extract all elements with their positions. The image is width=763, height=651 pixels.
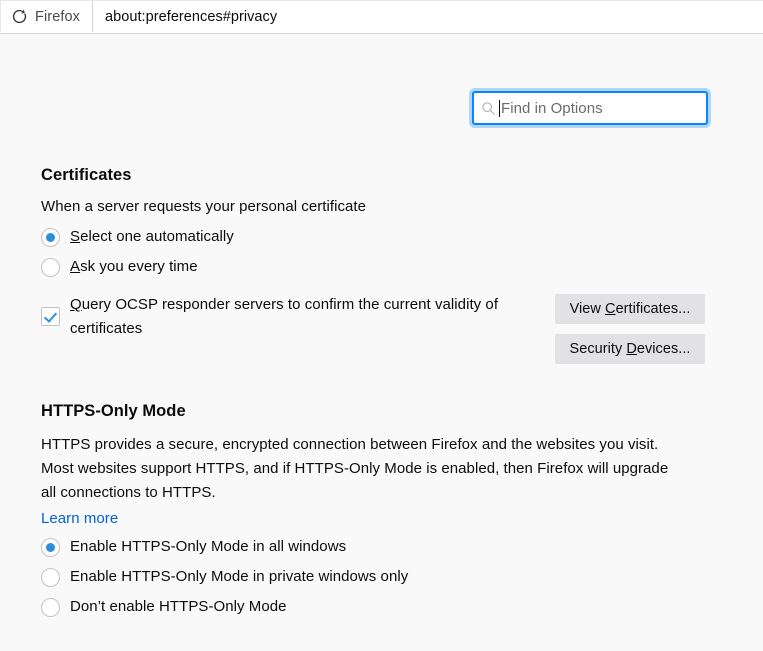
radio-label-https-all-windows: Enable HTTPS-Only Mode in all windows [70, 537, 347, 555]
https-only-heading: HTTPS-Only Mode [41, 401, 186, 420]
browser-tab-preferences[interactable]: Firefox [0, 0, 94, 32]
radio-https-disabled[interactable] [41, 597, 60, 617]
checkbox-label-text-query-ocsp: uery OCSP responder servers to confirm t… [70, 296, 499, 338]
radio-row-ask-you-every-time[interactable]: Ask you every time [41, 257, 731, 278]
text-caret [499, 99, 500, 117]
tab-title: Firefox [35, 8, 81, 25]
radio-label-ask-you-every-time: Ask you every time [70, 258, 198, 276]
learn-more-link[interactable]: Learn more [41, 510, 118, 527]
preferences-content: Certificates When a server requests your… [41, 166, 731, 627]
radio-ask-you-every-time[interactable] [41, 258, 60, 278]
radio-row-select-one-automatically[interactable]: Select one automatically [41, 227, 731, 248]
radio-https-private-windows[interactable] [41, 567, 60, 587]
certificates-heading: Certificates [41, 166, 132, 184]
search-placeholder: Find in Options [501, 99, 603, 117]
checkbox-query-ocsp[interactable] [41, 307, 60, 327]
radio-https-all-windows[interactable] [41, 537, 60, 557]
search-input[interactable]: Find in Options [472, 91, 708, 125]
search-icon [482, 101, 495, 115]
https-only-description: HTTPS provides a secure, encrypted conne… [41, 435, 669, 502]
checkbox-label-query-ocsp: Query OCSP responder servers to confirm … [70, 296, 499, 338]
radio-row-https-private-windows[interactable]: Enable HTTPS-Only Mode in private window… [41, 567, 731, 587]
address-bar[interactable]: about:preferences#privacy [93, 0, 763, 33]
radio-label-select-one-automatically: Select one automatically [70, 228, 234, 246]
firefox-logo-icon [12, 9, 27, 24]
radio-row-https-disabled[interactable]: Don’t enable HTTPS-Only Mode [41, 597, 731, 617]
radio-label-text-ask-you-every-time: sk you every time [80, 258, 198, 276]
radio-label-https-disabled: Don’t enable HTTPS-Only Mode [70, 597, 287, 615]
browser-toolbar: Firefox about:preferences#privacy [0, 0, 763, 34]
certificates-description: When a server requests your personal cer… [41, 198, 367, 215]
security-devices-button[interactable]: Security Devices... [555, 334, 705, 364]
address-bar-url: about:preferences#privacy [105, 9, 278, 25]
radio-label-text-select-one-automatically: elect one automatically [80, 228, 234, 246]
radio-select-one-automatically[interactable] [41, 228, 60, 248]
find-in-options-wrapper: Find in Options [472, 91, 708, 125]
certificates-button-group: View Certificates... Security Devices... [555, 294, 705, 374]
preferences-page: Find in Options Certificates When a serv… [0, 34, 763, 651]
view-certificates-button[interactable]: View Certificates... [555, 294, 705, 324]
radio-row-https-all-windows[interactable]: Enable HTTPS-Only Mode in all windows [41, 537, 731, 557]
radio-label-https-private-windows: Enable HTTPS-Only Mode in private window… [70, 567, 409, 585]
